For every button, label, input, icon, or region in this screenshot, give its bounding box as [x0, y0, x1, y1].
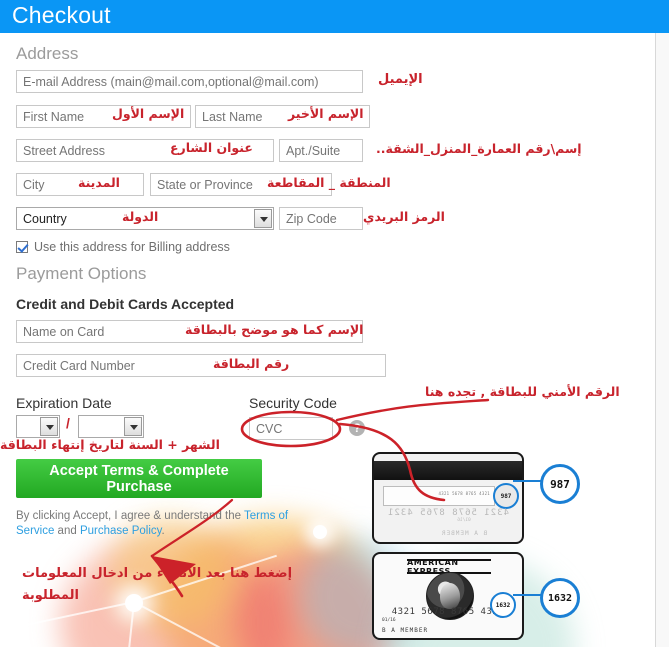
terms-text: By clicking Accept, I agree & understand…	[16, 509, 306, 539]
expiration-year-select[interactable]	[78, 415, 144, 438]
billing-address-checkbox-row[interactable]: Use this address for Billing address	[16, 240, 230, 254]
cvc-highlight-circle: 987	[493, 483, 519, 509]
card-back-embossed-number: 4321 5678 8765 4321	[387, 508, 509, 518]
chevron-down-icon[interactable]	[40, 417, 58, 436]
expiration-date-label: Expiration Date	[16, 395, 112, 411]
address-section-title: Address	[16, 44, 79, 63]
checkbox-icon[interactable]	[16, 241, 28, 253]
terms-middle: and	[54, 525, 80, 537]
chevron-down-icon[interactable]	[124, 417, 142, 436]
terms-suffix: .	[161, 525, 165, 537]
annotation-submit-line1: إضغط هنا بعد الانتهاء من ادخال المعلومات	[22, 566, 293, 581]
zip-code-input[interactable]	[279, 207, 363, 230]
annotation-email: الإيميل	[378, 72, 423, 87]
security-code-label: Security Code	[249, 395, 337, 411]
card-back-embossed-exp: 01/16	[457, 518, 471, 523]
cvc-callout-badge: 987	[540, 464, 580, 504]
terms-prefix: By clicking Accept, I agree & understand…	[16, 510, 245, 522]
email-input[interactable]	[16, 70, 363, 93]
card-number-input[interactable]	[16, 354, 386, 377]
amex-cid-leader-line	[513, 594, 543, 596]
payment-section-title: Payment Options	[16, 264, 147, 283]
annotation-name-on-card: الإسم كما هو موضح بالبطاقة	[185, 322, 364, 337]
country-select-value: Country	[23, 212, 67, 226]
help-icon[interactable]: ?	[349, 420, 365, 436]
expiration-separator: /	[66, 415, 70, 431]
checkout-page: Checkout Address الإيميل الإسم الأول الإ…	[0, 0, 669, 647]
card-back-illustration: 4321 5678 8765 4321 987 4321 5678 8765 4…	[372, 452, 524, 544]
annotation-first-name: الإسم الأول	[112, 106, 185, 121]
annotation-zip: الرمز البريدي	[363, 209, 445, 224]
purchase-policy-link[interactable]: Purchase Policy	[80, 525, 162, 537]
amex-cardholder-name: B A MEMBER	[382, 627, 429, 634]
amex-card-illustration: AMERICAN EXPRESS 4321 5678 8765 4321 01/…	[372, 552, 524, 640]
accept-terms-complete-purchase-button[interactable]: Accept Terms & Complete Purchase	[16, 459, 262, 498]
annotation-country: الدولة	[122, 209, 159, 224]
annotation-submit-line2: المطلوبة	[22, 588, 79, 603]
page-header: Checkout	[0, 0, 669, 33]
signature-strip-numbers: 4321 5678 8765 4321	[438, 491, 490, 496]
annotation-expiration: الشهر + السنة لتاريخ إنتهاء البطاقة	[0, 437, 220, 452]
annotation-apt: إسم\رقم العمارة_المنزل_الشقة..	[376, 141, 582, 156]
expiration-month-select[interactable]	[16, 415, 60, 438]
annotation-city: المدينة	[78, 175, 120, 190]
page-title: Checkout	[12, 2, 111, 28]
signature-strip: 4321 5678 8765 4321	[383, 486, 495, 506]
annotation-security-code: الرقم الأمني للبطاقة , تجده هنا	[425, 384, 620, 399]
page-gutter	[656, 33, 669, 647]
card-back-embossed-name: B A MEMBER	[440, 530, 488, 537]
billing-address-checkbox-label: Use this address for Billing address	[34, 240, 230, 254]
annotation-state: المنطقة _ المقاطعة	[267, 175, 391, 190]
amex-cid-callout-badge: 1632	[540, 578, 580, 618]
apt-suite-input[interactable]	[279, 139, 363, 162]
annotation-card-number: رقم البطاقة	[213, 356, 290, 371]
magnetic-stripe	[374, 461, 522, 480]
chevron-down-icon[interactable]	[254, 209, 272, 228]
annotation-street: عنوان الشارع	[170, 140, 253, 155]
cvc-input[interactable]	[249, 417, 333, 440]
annotation-last-name: الإسم الأخير	[288, 106, 364, 121]
amex-expiry: 01/16	[382, 618, 396, 623]
cvc-leader-line	[513, 480, 543, 482]
cards-accepted-title: Credit and Debit Cards Accepted	[16, 296, 235, 312]
